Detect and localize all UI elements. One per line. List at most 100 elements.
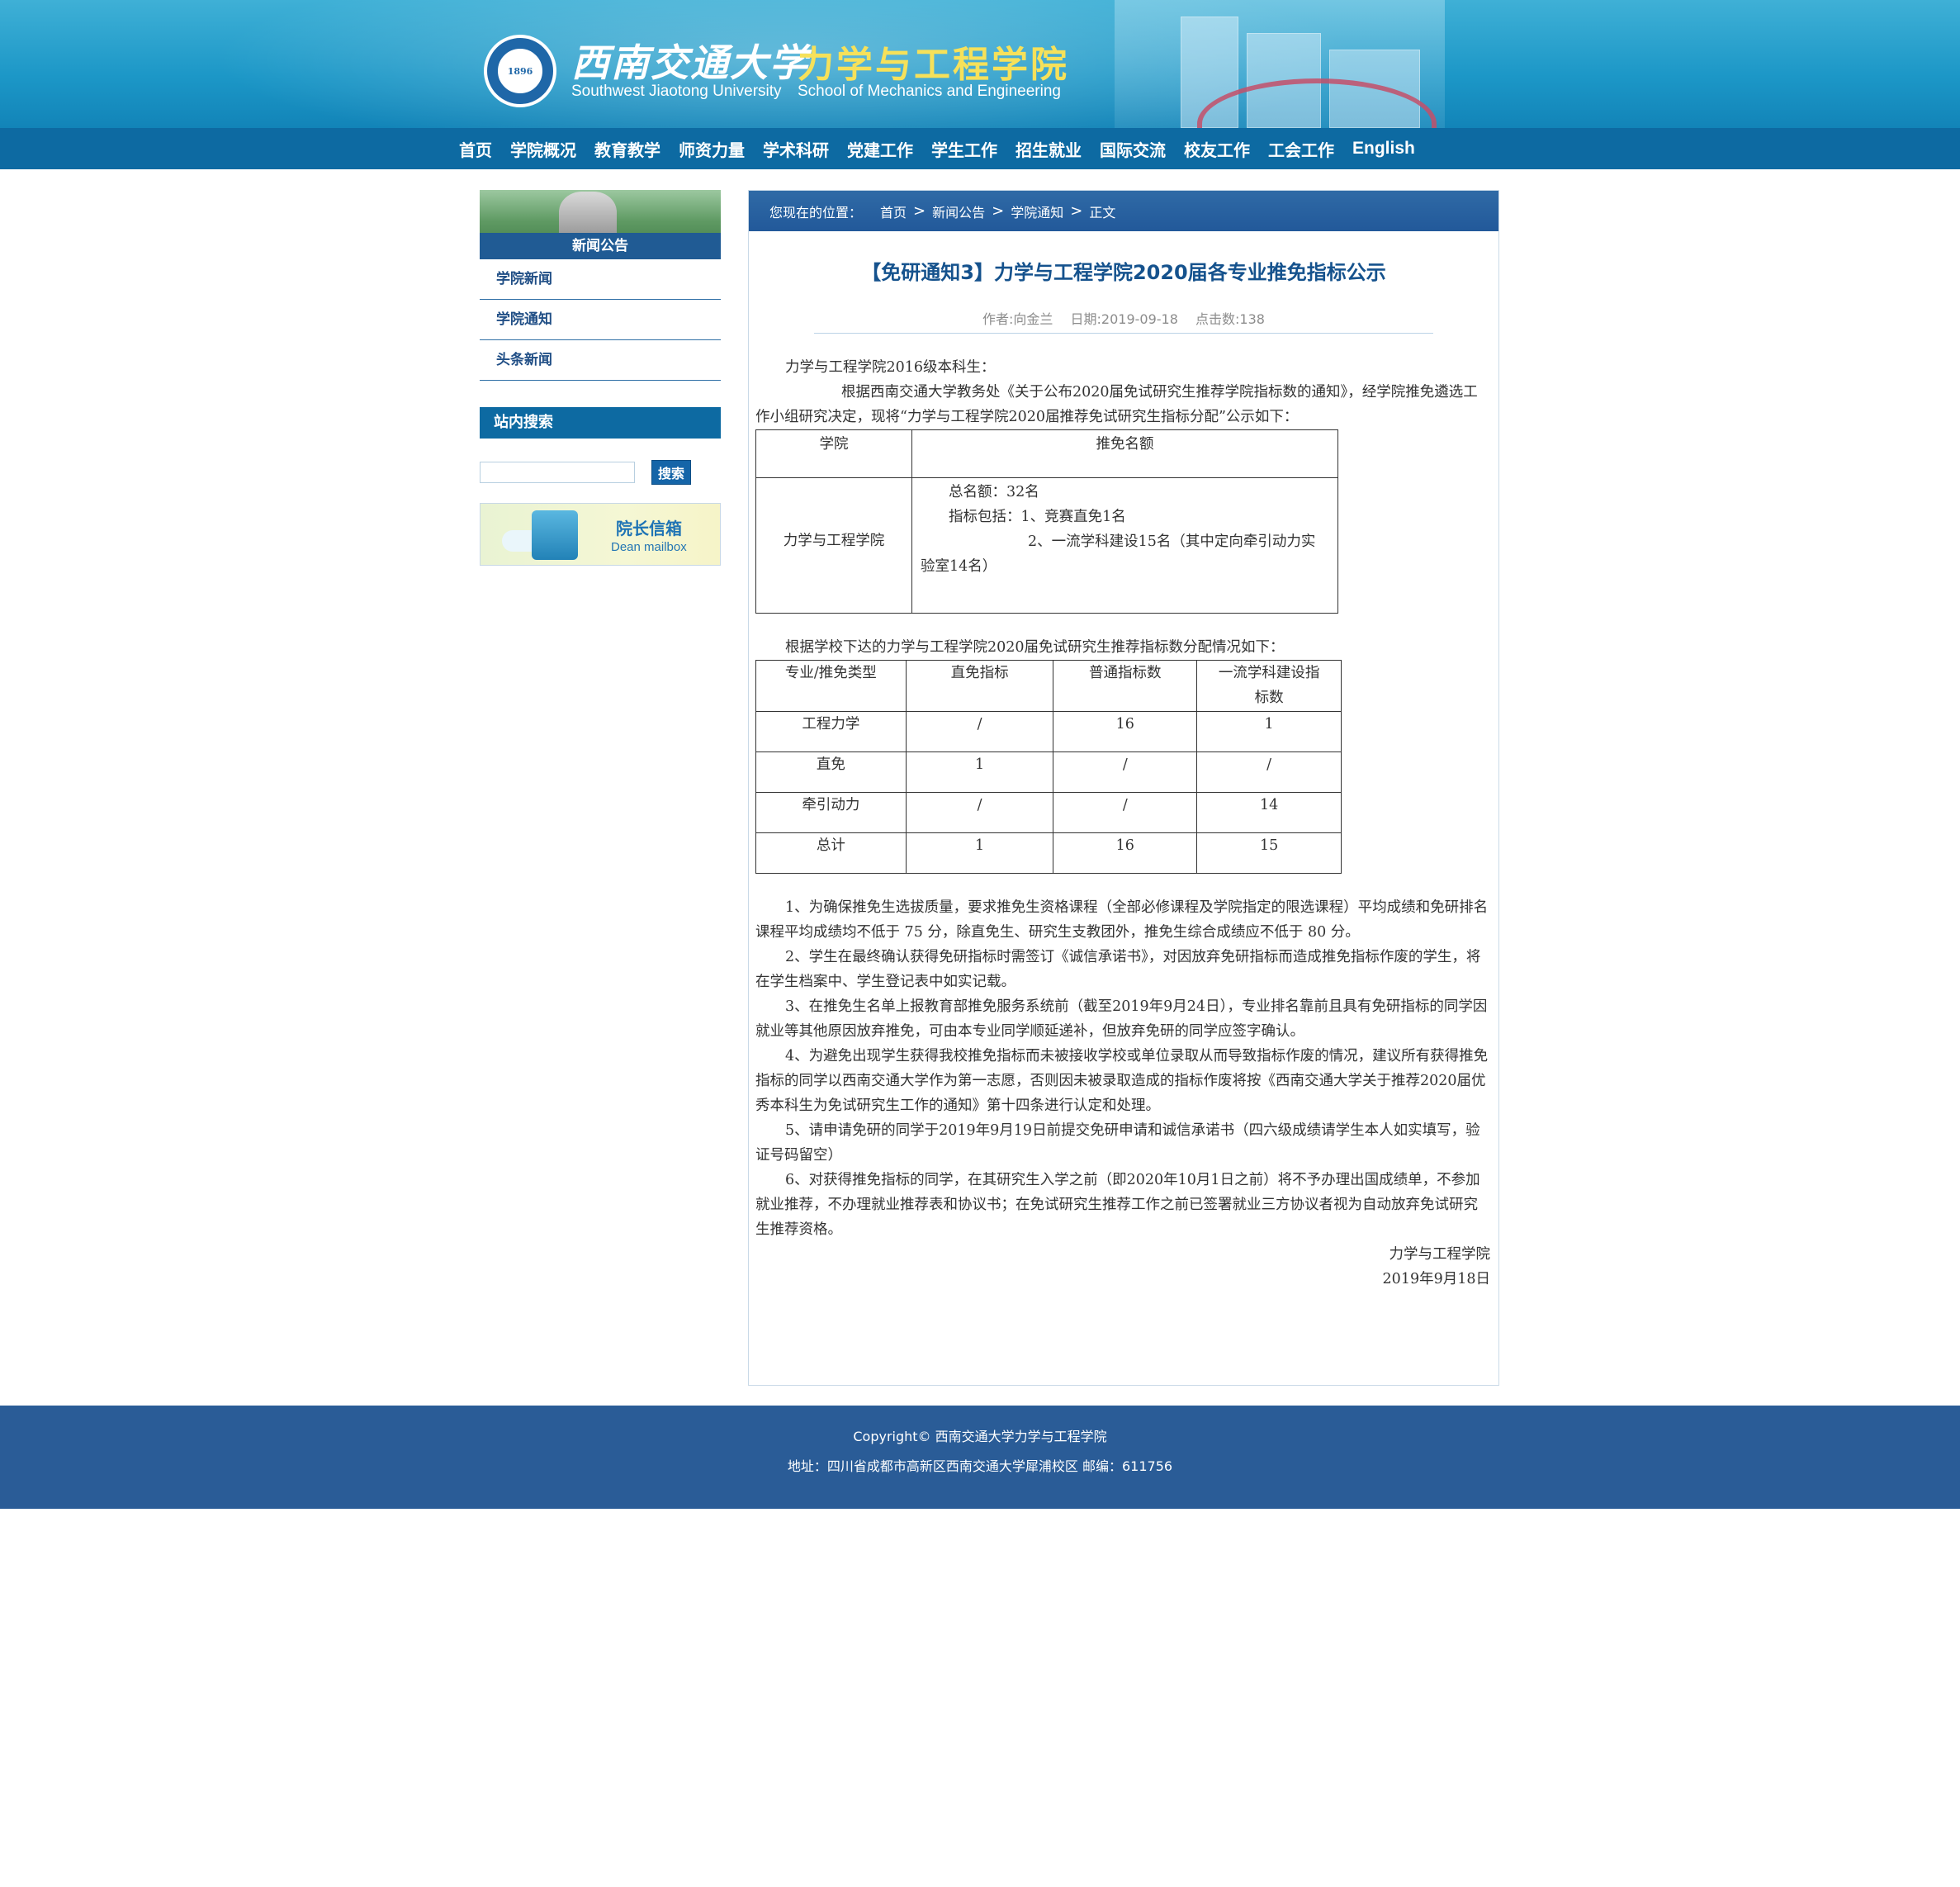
- note-5: 5、请申请免研的同学于2019年9月19日前提交免研申请和诚信承诺书（四六级成绩…: [755, 1122, 1480, 1164]
- sidebar-item-headlines[interactable]: 头条新闻: [480, 340, 721, 381]
- nav-admission[interactable]: 招生就业: [1016, 137, 1082, 161]
- dean-mailbox-link[interactable]: 院长信箱 Dean mailbox: [480, 503, 721, 566]
- table-row: 总计 1 16 15: [755, 832, 1342, 874]
- article-clicks: 点击数:138: [1195, 311, 1265, 327]
- table-cell: 1: [1196, 711, 1342, 752]
- search-input[interactable]: [480, 462, 635, 483]
- table-cell: /: [905, 792, 1054, 833]
- mailbox-label-cn: 院长信箱: [616, 519, 682, 538]
- note-3: 3、在推免生名单上报教育部推免服务系统前（截至2019年9月24日），专业排名靠…: [755, 998, 1488, 1040]
- breadcrumb: 您现在的位置： 首页 > 新闻公告 > 学院通知 > 正文: [749, 191, 1498, 231]
- search-button[interactable]: 搜索: [651, 460, 691, 485]
- article-author: 作者:向金兰: [982, 311, 1053, 327]
- nav-alumni[interactable]: 校友工作: [1184, 137, 1250, 161]
- nav-english[interactable]: English: [1352, 139, 1415, 159]
- breadcrumb-current: 正文: [1089, 204, 1116, 220]
- logo-year: 1896: [507, 65, 533, 77]
- university-name-en: Southwest Jiaotong University: [571, 83, 782, 100]
- nav-home[interactable]: 首页: [459, 137, 492, 161]
- table-cell: 牵引动力: [755, 792, 907, 833]
- sidebar-section-title: 新闻公告: [480, 233, 721, 259]
- university-logo[interactable]: 1896: [484, 35, 556, 107]
- quota-total: 总名额：32名: [949, 484, 1039, 500]
- table-cell: /: [1053, 751, 1198, 793]
- table-header: 专业/推免类型: [755, 660, 907, 712]
- table-cell: 1: [905, 832, 1054, 874]
- breadcrumb-separator: >: [1070, 202, 1083, 220]
- table-cell: 16: [1053, 832, 1198, 874]
- nav-student[interactable]: 学生工作: [931, 137, 997, 161]
- header-banner: 1896 西南交通大学 力学与工程学院 Southwest Jiaotong U…: [0, 0, 1960, 128]
- note-6: 6、对获得推免指标的同学，在其研究生入学之前（即2020年10月1日之前）将不予…: [755, 1172, 1480, 1238]
- nav-faculty[interactable]: 师资力量: [679, 137, 745, 161]
- breadcrumb-separator: >: [992, 202, 1005, 220]
- table-header-college: 学院: [755, 429, 912, 478]
- table-cell: 直免: [755, 751, 907, 793]
- table-row: 直免 1 / /: [755, 751, 1342, 793]
- table-header: 普通指标数: [1053, 660, 1198, 712]
- quota-discipline: 2、一流学科建设15名（其中定向牵引动力实验室14名）: [921, 533, 1316, 575]
- nav-party[interactable]: 党建工作: [847, 137, 913, 161]
- intro-paragraph: 根据西南交通大学教务处《关于公布2020届免试研究生推荐学院指标数的通知》，经学…: [755, 384, 1478, 425]
- table-cell-quota: 总名额：32名 指标包括：1、竞赛直免1名 2、一流学科建设15名（其中定向牵引…: [911, 477, 1338, 614]
- distribution-table: 专业/推免类型 直免指标 普通指标数 一流学科建设指标数 工程力学 / 16 1…: [755, 660, 1342, 874]
- footer-address: 地址：四川省成都市高新区西南交通大学犀浦校区 邮编：611756: [787, 1458, 1173, 1474]
- table-cell: 15: [1196, 832, 1342, 874]
- article-meta: 作者:向金兰 日期:2019-09-18 点击数:138: [814, 308, 1433, 334]
- table-cell: /: [1196, 751, 1342, 793]
- main-content: 您现在的位置： 首页 > 新闻公告 > 学院通知 > 正文 【免研通知3】力学与…: [748, 190, 1499, 1386]
- nav-union[interactable]: 工会工作: [1268, 137, 1334, 161]
- table-cell: /: [905, 711, 1054, 752]
- table-cell: 工程力学: [755, 711, 907, 752]
- logo-emblem: 1896: [496, 47, 544, 95]
- signature-org: 力学与工程学院: [1389, 1246, 1491, 1263]
- breadcrumb-home[interactable]: 首页: [880, 202, 907, 221]
- table-header: 直免指标: [905, 660, 1054, 712]
- signature-date: 2019年9月18日: [1382, 1271, 1490, 1287]
- article-body: 力学与工程学院2016级本科生： 根据西南交通大学教务处《关于公布2020届免试…: [749, 355, 1498, 1292]
- table-cell: 1: [905, 751, 1054, 793]
- table-header: 一流学科建设指标数: [1196, 660, 1342, 712]
- table-cell-college: 力学与工程学院: [755, 477, 912, 614]
- breadcrumb-separator: >: [913, 202, 926, 220]
- nav-items: 首页 学院概况 教育教学 师资力量 学术科研 党建工作 学生工作 招生就业 国际…: [459, 128, 1433, 169]
- sidebar-item-college-notices[interactable]: 学院通知: [480, 300, 721, 340]
- table-header-quota: 推免名额: [911, 429, 1338, 478]
- footer-copyright: Copyright© 西南交通大学力学与工程学院: [853, 1429, 1107, 1444]
- footer: Copyright© 西南交通大学力学与工程学院 地址：四川省成都市高新区西南交…: [0, 1406, 1960, 1509]
- mailbox-label-en: Dean mailbox: [611, 540, 687, 554]
- school-name-en: School of Mechanics and Engineering: [798, 83, 1061, 100]
- breadcrumb-label: 您现在的位置：: [769, 204, 863, 220]
- note-4: 4、为避免出现学生获得我校推免指标而未被接收学校或单位录取从而导致指标作废的情况…: [755, 1048, 1489, 1114]
- table-row: 工程力学 / 16 1: [755, 711, 1342, 752]
- nav-overview[interactable]: 学院概况: [510, 137, 576, 161]
- nav-research[interactable]: 学术科研: [763, 137, 829, 161]
- table-cell: /: [1053, 792, 1198, 833]
- nav-international[interactable]: 国际交流: [1100, 137, 1166, 161]
- quota-includes: 指标包括：1、竞赛直免1名: [949, 509, 1126, 525]
- mailbox-icon: [532, 510, 578, 560]
- breadcrumb-notices[interactable]: 学院通知: [1011, 202, 1063, 221]
- nav-education[interactable]: 教育教学: [594, 137, 660, 161]
- note-2: 2、学生在最终确认获得免研指标时需签订《诚信承诺书》，对因放弃免研指标而造成推免…: [755, 949, 1481, 990]
- sidebar-list: 学院新闻 学院通知 头条新闻: [480, 259, 721, 381]
- university-name-cn: 西南交通大学: [571, 40, 809, 85]
- greeting: 力学与工程学院2016级本科生：: [785, 359, 996, 376]
- table-cell: 14: [1196, 792, 1342, 833]
- table-cell: 总计: [755, 832, 907, 874]
- table-row: 牵引动力 / / 14: [755, 792, 1342, 833]
- site-search-title: 站内搜索: [480, 407, 721, 439]
- table-cell: 16: [1053, 711, 1198, 752]
- sidebar: 新闻公告 学院新闻 学院通知 头条新闻 站内搜索 搜索 院长信箱 Dean ma…: [480, 190, 721, 566]
- distribution-intro: 根据学校下达的力学与工程学院2020届免试研究生推荐指标数分配情况如下：: [785, 639, 1285, 656]
- breadcrumb-news[interactable]: 新闻公告: [932, 202, 985, 221]
- quota-table: 学院 推免名额 力学与工程学院 总名额：32名 指标包括：1、竞赛直免1名 2、…: [755, 429, 1338, 614]
- note-1: 1、为确保推免生选拔质量，要求推免生资格课程（全部必修课程及学院指定的限选课程）…: [755, 899, 1489, 941]
- article-date: 日期:2019-09-18: [1070, 311, 1178, 327]
- search-row: 搜索: [480, 460, 721, 485]
- sidebar-banner: 新闻公告: [480, 190, 721, 259]
- main-nav: 首页 学院概况 教育教学 师资力量 学术科研 党建工作 学生工作 招生就业 国际…: [0, 128, 1960, 169]
- sidebar-item-college-news[interactable]: 学院新闻: [480, 259, 721, 300]
- school-name-cn: 力学与工程学院: [798, 44, 1069, 86]
- article-title: 【免研通知3】力学与工程学院2020届各专业推免指标公示: [861, 261, 1386, 284]
